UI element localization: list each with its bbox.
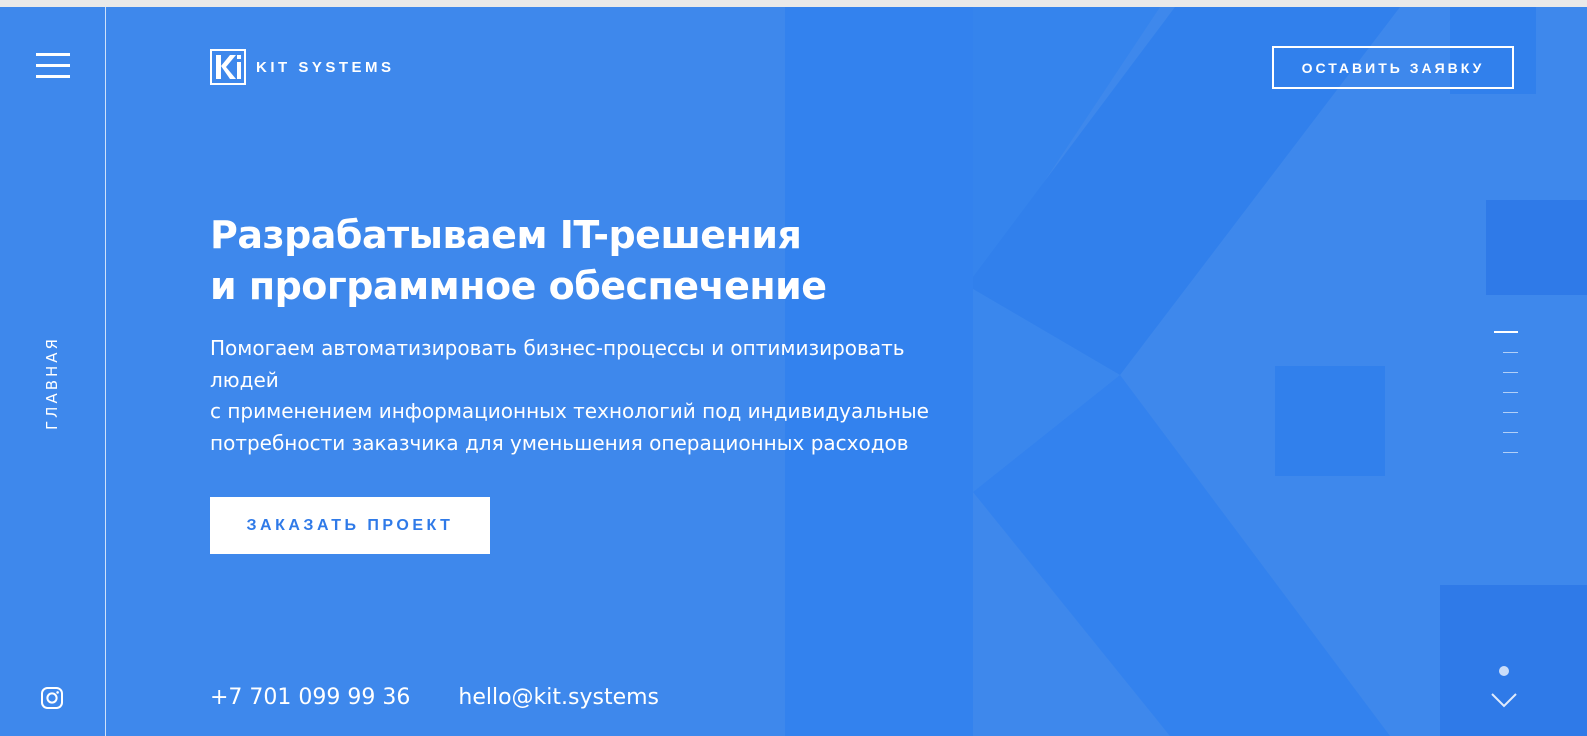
slide-pager	[1494, 331, 1518, 472]
hero-subtitle-line: потребности заказчика для уменьшения опе…	[210, 430, 909, 455]
kit-logo-icon	[210, 49, 246, 85]
request-button[interactable]: ОСТАВИТЬ ЗАЯВКУ	[1272, 46, 1514, 89]
left-rail: ГЛАВНАЯ	[0, 7, 106, 736]
hero-subtitle: Помогаем автоматизировать бизнес-процесс…	[210, 333, 980, 459]
logo-text: KIT SYSTEMS	[256, 58, 395, 76]
order-project-button[interactable]: ЗАКАЗАТЬ ПРОЕКТ	[210, 497, 490, 554]
scroll-indicator-dot	[1499, 666, 1509, 676]
hero-subtitle-line: Помогаем автоматизировать бизнес-процесс…	[210, 336, 905, 360]
hero-title-line: Разрабатываем IT-решения	[210, 213, 802, 257]
pager-dash[interactable]	[1503, 392, 1518, 393]
hero-title-line: и программное обеспечение	[210, 264, 827, 308]
instagram-icon[interactable]	[40, 686, 64, 710]
page: ГЛАВНАЯ KIT SYSTEMS ОСТАВИТЬ ЗАЯВКУ Разр…	[0, 7, 1587, 736]
section-label: ГЛАВНАЯ	[43, 336, 61, 430]
pager-dash[interactable]	[1503, 352, 1518, 353]
hero-title: Разрабатываем IT-решения и программное о…	[210, 210, 827, 312]
logo[interactable]: KIT SYSTEMS	[210, 49, 395, 85]
pager-dash[interactable]	[1503, 372, 1518, 373]
menu-icon[interactable]	[36, 53, 70, 81]
contacts: +7 701 099 99 36 hello@kit.systems	[210, 685, 659, 710]
pager-dash[interactable]	[1503, 432, 1518, 433]
email-link[interactable]: hello@kit.systems	[458, 685, 659, 710]
pager-dash[interactable]	[1503, 412, 1518, 413]
pager-dash[interactable]	[1503, 452, 1518, 453]
phone-link[interactable]: +7 701 099 99 36	[210, 685, 410, 710]
hero-subtitle-line: с применением информационных технологий …	[210, 399, 929, 423]
hero-subtitle-line: людей	[210, 367, 279, 392]
scroll-down-icon[interactable]	[1490, 691, 1518, 709]
pager-dash[interactable]	[1494, 331, 1518, 333]
